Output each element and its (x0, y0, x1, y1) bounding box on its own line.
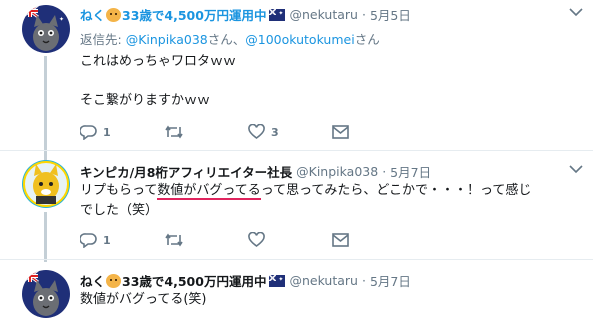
tweet-header: ねく33歳で4,500万円運用中 @nekutaru · 5月5日 (80, 5, 411, 24)
display-name[interactable]: ねく 33歳で4,500万円運用中 (80, 5, 286, 24)
separator-dot: · (361, 273, 366, 288)
retweet-icon (165, 233, 183, 247)
user-handle[interactable]: @Kinpika038 (296, 164, 378, 179)
reply-count: 1 (103, 233, 111, 247)
tweet-date[interactable]: 5月7日 (370, 271, 411, 290)
hamster-emoji-icon (106, 8, 122, 22)
replying-to: 返信先: @Kinpika038さん、@100okutokumeiさん (80, 32, 380, 47)
reply-button[interactable]: 1 (80, 124, 164, 140)
tweet-text: これはめっちゃワロタｗｗ そこ繋がりますかｗｗ (80, 54, 237, 108)
avatar[interactable]: ✦ (22, 5, 70, 53)
like-count: 3 (271, 125, 279, 139)
australia-flag-icon (269, 275, 286, 287)
tweet-3[interactable]: ねく33歳で4,500万円運用中 @nekutaru · 5月7日 数値がバグっ… (0, 260, 593, 326)
australia-flag-icon (269, 9, 286, 21)
chevron-down-icon[interactable] (569, 163, 583, 178)
tweet-actions: 1 3 (80, 124, 416, 140)
reply-count: 1 (103, 125, 111, 139)
direct-message-button[interactable] (332, 233, 416, 247)
like-button[interactable]: 3 (248, 124, 332, 140)
envelope-icon (332, 125, 349, 139)
hamster-emoji-icon (106, 274, 122, 288)
reply-button[interactable]: 1 (80, 232, 164, 248)
tweet-date[interactable]: 5月7日 (390, 162, 431, 181)
envelope-icon (332, 233, 349, 247)
display-name[interactable]: キンピカ/月8桁アフィリエイター社長 (80, 162, 292, 181)
separator-dot: · (382, 164, 387, 179)
avatar[interactable] (22, 270, 70, 318)
user-handle[interactable]: @nekutaru (289, 273, 358, 288)
svg-text:✦: ✦ (59, 16, 64, 23)
heart-icon (248, 124, 265, 139)
tweet-header: ねく33歳で4,500万円運用中 @nekutaru · 5月7日 (80, 271, 411, 290)
tweet-actions: 1 (80, 232, 416, 248)
tweet-text: リプもらって数値がバグってるって思ってみたら、どこかで・・・！って感じ でした（… (80, 183, 532, 218)
retweet-button[interactable] (164, 232, 248, 248)
retweet-button[interactable] (164, 124, 248, 140)
highlighted-text: 数値がバグってる (157, 183, 261, 200)
user-handle[interactable]: @nekutaru (289, 7, 358, 22)
reply-mention-link[interactable]: @100okutokumei (245, 32, 354, 47)
heart-icon (248, 232, 265, 247)
direct-message-button[interactable] (332, 125, 416, 139)
tweet-header: キンピカ/月8桁アフィリエイター社長 @Kinpika038 · 5月7日 (80, 162, 431, 181)
avatar[interactable] (22, 160, 70, 208)
tweet-text: 数値がバグってる(笑) (80, 292, 207, 307)
chevron-down-icon[interactable] (569, 6, 583, 21)
retweet-icon (165, 125, 183, 139)
tweet-date[interactable]: 5月5日 (370, 5, 411, 24)
separator-dot: · (361, 7, 366, 22)
reply-mention-link[interactable]: @Kinpika038 (126, 32, 208, 47)
reply-icon (80, 125, 97, 140)
display-name[interactable]: ねく 33歳で4,500万円運用中 (80, 271, 286, 290)
like-button[interactable] (248, 232, 332, 248)
reply-icon (80, 233, 97, 248)
tweet-1[interactable]: ✦ ねく33歳で4,500万円運用中 @nekutaru · 5月5日 返信先:… (0, 0, 593, 150)
tweet-2[interactable]: キンピカ/月8桁アフィリエイター社長 @Kinpika038 · 5月7日 リプ… (0, 151, 593, 259)
